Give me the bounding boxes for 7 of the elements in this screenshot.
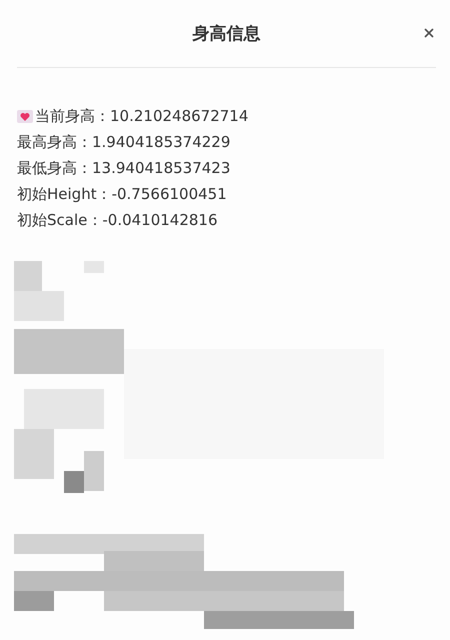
- info-line: 当前身高：10.210248672714: [35, 106, 248, 126]
- info-line: 初始Scale：-0.0410142816: [17, 210, 218, 230]
- info-line: 最低身高：13.940418537423: [17, 158, 230, 178]
- dialog-title: 身高信息: [192, 23, 260, 45]
- close-button[interactable]: [422, 26, 436, 40]
- info-line: 初始Height：-0.7566100451: [17, 184, 227, 204]
- info-line: 最高身高：1.9404185374229: [17, 132, 230, 152]
